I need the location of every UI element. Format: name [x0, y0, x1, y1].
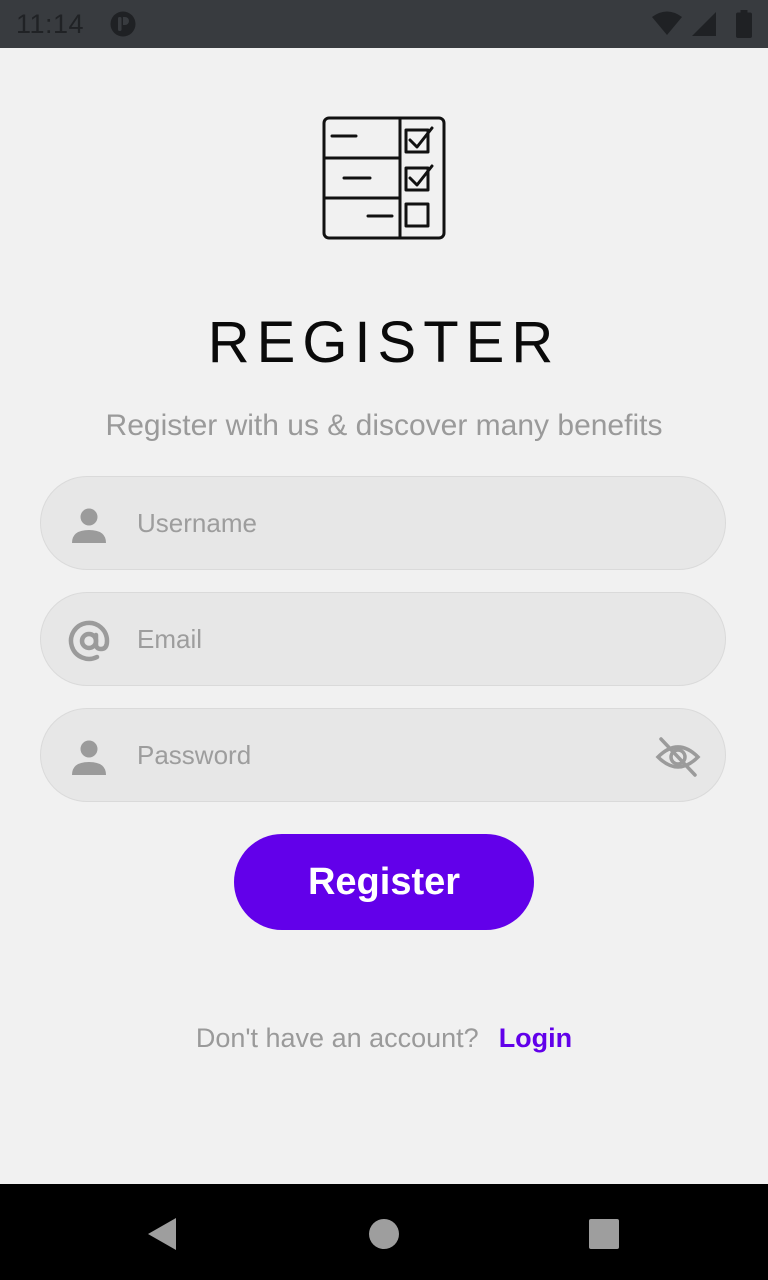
app-notification-icon — [110, 11, 136, 37]
page-title: REGISTER — [207, 310, 561, 375]
register-button[interactable]: Register — [234, 834, 534, 930]
password-input[interactable] — [137, 709, 637, 801]
password-field[interactable] — [40, 708, 726, 802]
page-subtitle: Register with us & discover many benefit… — [105, 409, 663, 442]
username-field[interactable] — [40, 476, 726, 570]
at-sign-icon — [67, 619, 111, 663]
status-bar: 11:14 — [0, 0, 768, 48]
checklist-icon — [322, 116, 446, 240]
email-input[interactable] — [137, 593, 637, 685]
navigation-bar — [0, 1184, 768, 1280]
login-prompt: Don't have an account? Login — [0, 1020, 768, 1056]
status-time: 11:14 — [16, 9, 85, 39]
back-icon[interactable] — [144, 1214, 184, 1254]
eye-off-icon[interactable] — [655, 735, 701, 779]
email-field[interactable] — [40, 592, 726, 686]
person-icon — [67, 735, 111, 779]
recents-icon[interactable] — [584, 1214, 624, 1254]
person-icon — [67, 503, 111, 547]
account-prompt-text: Don't have an account? — [195, 1023, 479, 1053]
home-icon[interactable] — [364, 1214, 404, 1254]
login-link[interactable]: Login — [499, 1023, 572, 1053]
username-input[interactable] — [137, 477, 637, 569]
